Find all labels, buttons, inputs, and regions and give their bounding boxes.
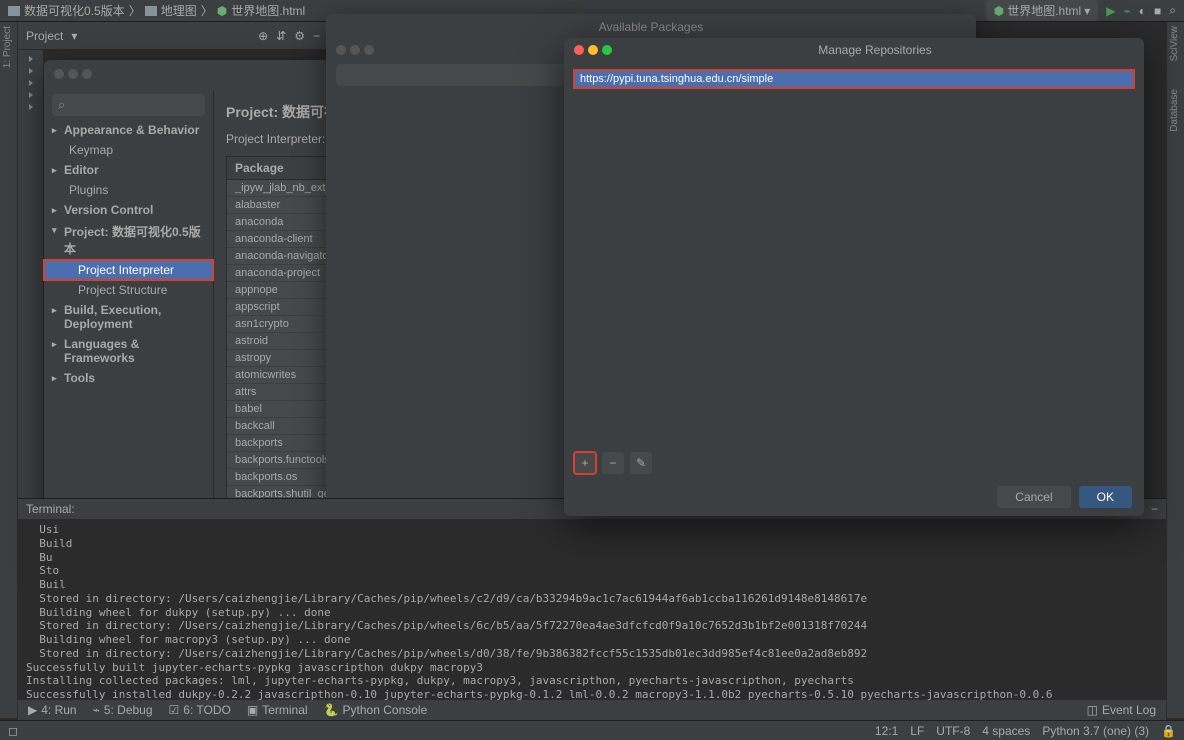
- settings-tree: Appearance & Behavior Keymap Editor Plug…: [44, 90, 214, 550]
- remove-repo-button[interactable]: −: [602, 452, 624, 474]
- debug-tab[interactable]: ⌁5: Debug: [93, 703, 153, 717]
- target-icon[interactable]: ⊕: [258, 29, 268, 43]
- caret-pos[interactable]: 12:1: [875, 724, 898, 738]
- project-tree-gutter: [18, 50, 43, 506]
- globe-icon: ⬢: [994, 4, 1004, 18]
- tree-appearance[interactable]: Appearance & Behavior: [44, 120, 213, 140]
- pyconsole-tab[interactable]: 🐍Python Console: [324, 703, 428, 717]
- terminal-header-label: Terminal:: [26, 502, 75, 516]
- terminal-tab[interactable]: ▣Terminal: [247, 703, 308, 717]
- coverage-icon[interactable]: ◐: [1139, 4, 1146, 18]
- tree-vc[interactable]: Version Control: [44, 200, 213, 220]
- tree-arrow-icon[interactable]: [29, 80, 33, 86]
- terminal-panel: Terminal: − Usi Build Bu Sto Buil Stored…: [18, 498, 1166, 718]
- repository-list[interactable]: https://pypi.tuna.tsinghua.edu.cn/simple: [574, 70, 1134, 470]
- status-bar: ◻ 12:1 LF UTF-8 4 spaces Python 3.7 (one…: [0, 720, 1184, 740]
- folder-icon: [8, 6, 20, 16]
- tree-build[interactable]: Build, Execution, Deployment: [44, 300, 213, 334]
- python-icon: 🐍: [324, 703, 339, 717]
- run-icon: ▶: [28, 703, 37, 717]
- project-panel-header: Project ▾ ⊕ ⇵ ⚙ −: [18, 22, 328, 50]
- breadcrumb: 数据可视化0.5版本 〉 地理图 〉 ⬢ 世界地图.html: [8, 2, 305, 19]
- avail-dialog-title: Available Packages: [326, 14, 976, 40]
- chevron-down-icon: ▾: [1084, 4, 1090, 18]
- chevron-down-icon[interactable]: ▾: [71, 29, 77, 43]
- debug-icon: ⌁: [93, 703, 100, 717]
- project-rail-tab[interactable]: 1: Project: [0, 22, 15, 72]
- tree-editor[interactable]: Editor: [44, 160, 213, 180]
- terminal-icon: ▣: [247, 703, 258, 717]
- tree-arrow-icon[interactable]: [29, 92, 33, 98]
- edit-repo-button[interactable]: ✎: [630, 452, 652, 474]
- indent[interactable]: 4 spaces: [982, 724, 1030, 738]
- zoom-icon[interactable]: [602, 45, 612, 55]
- tree-tools[interactable]: Tools: [44, 368, 213, 388]
- gear-icon[interactable]: ⚙: [294, 29, 305, 43]
- manage-repositories-dialog: Manage Repositories https://pypi.tuna.ts…: [564, 38, 1144, 516]
- html-file-icon: ⬢: [217, 4, 227, 18]
- crumb-project[interactable]: 数据可视化0.5版本: [24, 2, 125, 19]
- sciview-rail-tab[interactable]: SciView: [1167, 22, 1182, 65]
- minimize-icon[interactable]: −: [1151, 502, 1158, 516]
- eventlog-tab[interactable]: ◫Event Log: [1087, 703, 1156, 717]
- todo-icon: ☑: [169, 703, 180, 717]
- repository-url-item[interactable]: https://pypi.tuna.tsinghua.edu.cn/simple: [574, 70, 1134, 88]
- stop-icon[interactable]: ■: [1154, 4, 1161, 18]
- debug-icon[interactable]: ⌁: [1124, 4, 1131, 18]
- cancel-button[interactable]: Cancel: [997, 486, 1070, 508]
- collapse-icon[interactable]: ⇵: [276, 29, 286, 43]
- todo-tab[interactable]: ☑6: TODO: [169, 703, 231, 717]
- close-icon[interactable]: [574, 45, 584, 55]
- status-icon[interactable]: ◻: [8, 724, 18, 738]
- log-icon: ◫: [1087, 703, 1098, 717]
- lock-icon[interactable]: 🔒: [1161, 724, 1176, 738]
- tree-arrow-icon[interactable]: [29, 68, 33, 74]
- tree-arrow-icon[interactable]: [29, 104, 33, 110]
- python-interpreter-status[interactable]: Python 3.7 (one) (3): [1042, 724, 1149, 738]
- right-tool-rail: SciView Database: [1166, 22, 1184, 718]
- encoding[interactable]: UTF-8: [936, 724, 970, 738]
- interpreter-label: Project Interpreter:: [226, 132, 325, 146]
- minimize-icon[interactable]: [588, 45, 598, 55]
- line-sep[interactable]: LF: [910, 724, 924, 738]
- tree-arrow-icon[interactable]: [29, 56, 33, 62]
- tree-plugins[interactable]: Plugins: [44, 180, 213, 200]
- ok-button[interactable]: OK: [1079, 486, 1132, 508]
- run-config-selector[interactable]: ⬢ 世界地图.html ▾: [986, 0, 1099, 21]
- crumb-folder[interactable]: 地理图: [161, 2, 197, 19]
- crumb-file[interactable]: 世界地图.html: [231, 2, 305, 19]
- tree-project-structure[interactable]: Project Structure: [44, 280, 213, 300]
- manage-dialog-title: Manage Repositories: [616, 43, 1134, 57]
- add-repo-button[interactable]: +: [574, 452, 596, 474]
- search-icon[interactable]: ⌕: [1169, 3, 1176, 18]
- folder-icon: [145, 6, 157, 16]
- left-tool-rail: 1: Project: [0, 22, 18, 718]
- project-panel-title[interactable]: Project: [26, 29, 63, 43]
- settings-search[interactable]: [52, 94, 205, 116]
- bottom-tool-tabs: ▶4: Run ⌁5: Debug ☑6: TODO ▣Terminal 🐍Py…: [18, 700, 1166, 720]
- tree-keymap[interactable]: Keymap: [44, 140, 213, 160]
- tree-lang[interactable]: Languages & Frameworks: [44, 334, 213, 368]
- database-rail-tab[interactable]: Database: [1167, 85, 1182, 136]
- tree-project[interactable]: Project: 数据可视化0.5版本: [44, 220, 213, 260]
- minimize-icon[interactable]: −: [313, 29, 320, 43]
- run-icon[interactable]: ▶: [1106, 4, 1115, 18]
- run-tab[interactable]: ▶4: Run: [28, 703, 77, 717]
- tree-project-interpreter[interactable]: Project Interpreter: [44, 260, 213, 280]
